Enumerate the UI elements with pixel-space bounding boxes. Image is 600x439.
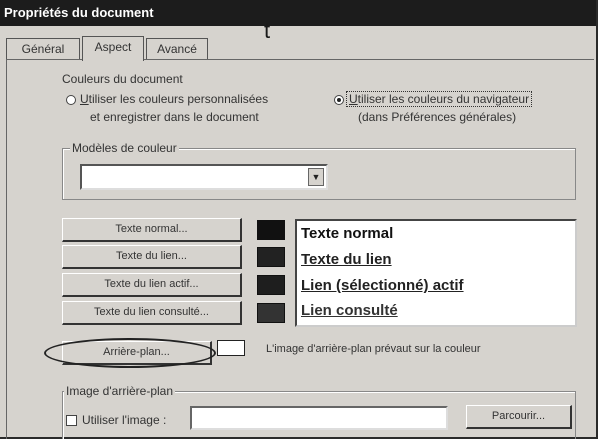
highlight-ellipse	[44, 338, 216, 368]
link-text-color-button[interactable]: Texte du lien...	[62, 245, 242, 269]
background-swatch[interactable]	[217, 340, 245, 356]
bg-image-heading: Image d'arrière-plan	[64, 384, 176, 398]
browser-colors-label[interactable]: Utiliser les couleurs du navigateur	[346, 91, 533, 107]
preview-visited-link: Lien consulté	[301, 302, 398, 319]
browser-colors-line2: (dans Préférences générales)	[358, 110, 517, 124]
preview-active-link: Lien (sélectionné) actif	[301, 277, 464, 294]
browser-colors-line1: tiliser les couleurs du navigateur	[357, 92, 530, 106]
browser-colors-radio[interactable]	[334, 95, 344, 105]
use-image-label[interactable]: Utiliser l'image :	[82, 412, 166, 428]
document-properties-dialog: Propriétés du document Général Aspect Av…	[0, 0, 598, 439]
browse-button[interactable]: Parcourir...	[466, 405, 572, 429]
active-link-color-button[interactable]: Texte du lien actif...	[62, 273, 242, 297]
image-path-field[interactable]	[190, 406, 448, 430]
link-text-swatch[interactable]	[257, 247, 285, 267]
document-colors-heading: Couleurs du document	[62, 72, 183, 86]
color-preview-box: Texte normal Texte du lien Lien (sélecti…	[295, 219, 577, 327]
color-scheme-select[interactable]: ▼	[80, 164, 328, 190]
normal-text-color-button[interactable]: Texte normal...	[62, 218, 242, 242]
tab-general[interactable]: Général	[6, 38, 80, 60]
stray-text-fragment: t	[264, 18, 271, 43]
custom-colors-line2: et enregistrer dans le document	[90, 110, 259, 124]
normal-text-swatch[interactable]	[257, 220, 285, 240]
visited-link-swatch[interactable]	[257, 303, 285, 323]
tab-advanced[interactable]: Avancé	[146, 38, 208, 60]
custom-colors-label[interactable]: Utiliser les couleurs personnalisées	[80, 91, 268, 107]
use-image-checkbox[interactable]	[66, 415, 77, 426]
custom-colors-line1: tiliser les couleurs personnalisées	[88, 92, 269, 106]
visited-link-color-button[interactable]: Texte du lien consulté...	[62, 301, 242, 325]
chevron-down-icon[interactable]: ▼	[308, 168, 324, 186]
preview-link-text: Texte du lien	[301, 251, 392, 268]
active-link-swatch[interactable]	[257, 275, 285, 295]
custom-colors-mnemonic: U	[80, 92, 89, 106]
custom-colors-radio[interactable]	[66, 95, 76, 105]
window-title: Propriétés du document	[0, 0, 596, 26]
background-note: L'image d'arrière-plan prévaut sur la co…	[266, 343, 481, 355]
preview-normal-text: Texte normal	[301, 225, 394, 242]
color-schemes-heading: Modèles de couleur	[70, 141, 179, 155]
browser-colors-mnemonic: U	[349, 92, 358, 106]
tab-aspect[interactable]: Aspect	[82, 36, 144, 61]
